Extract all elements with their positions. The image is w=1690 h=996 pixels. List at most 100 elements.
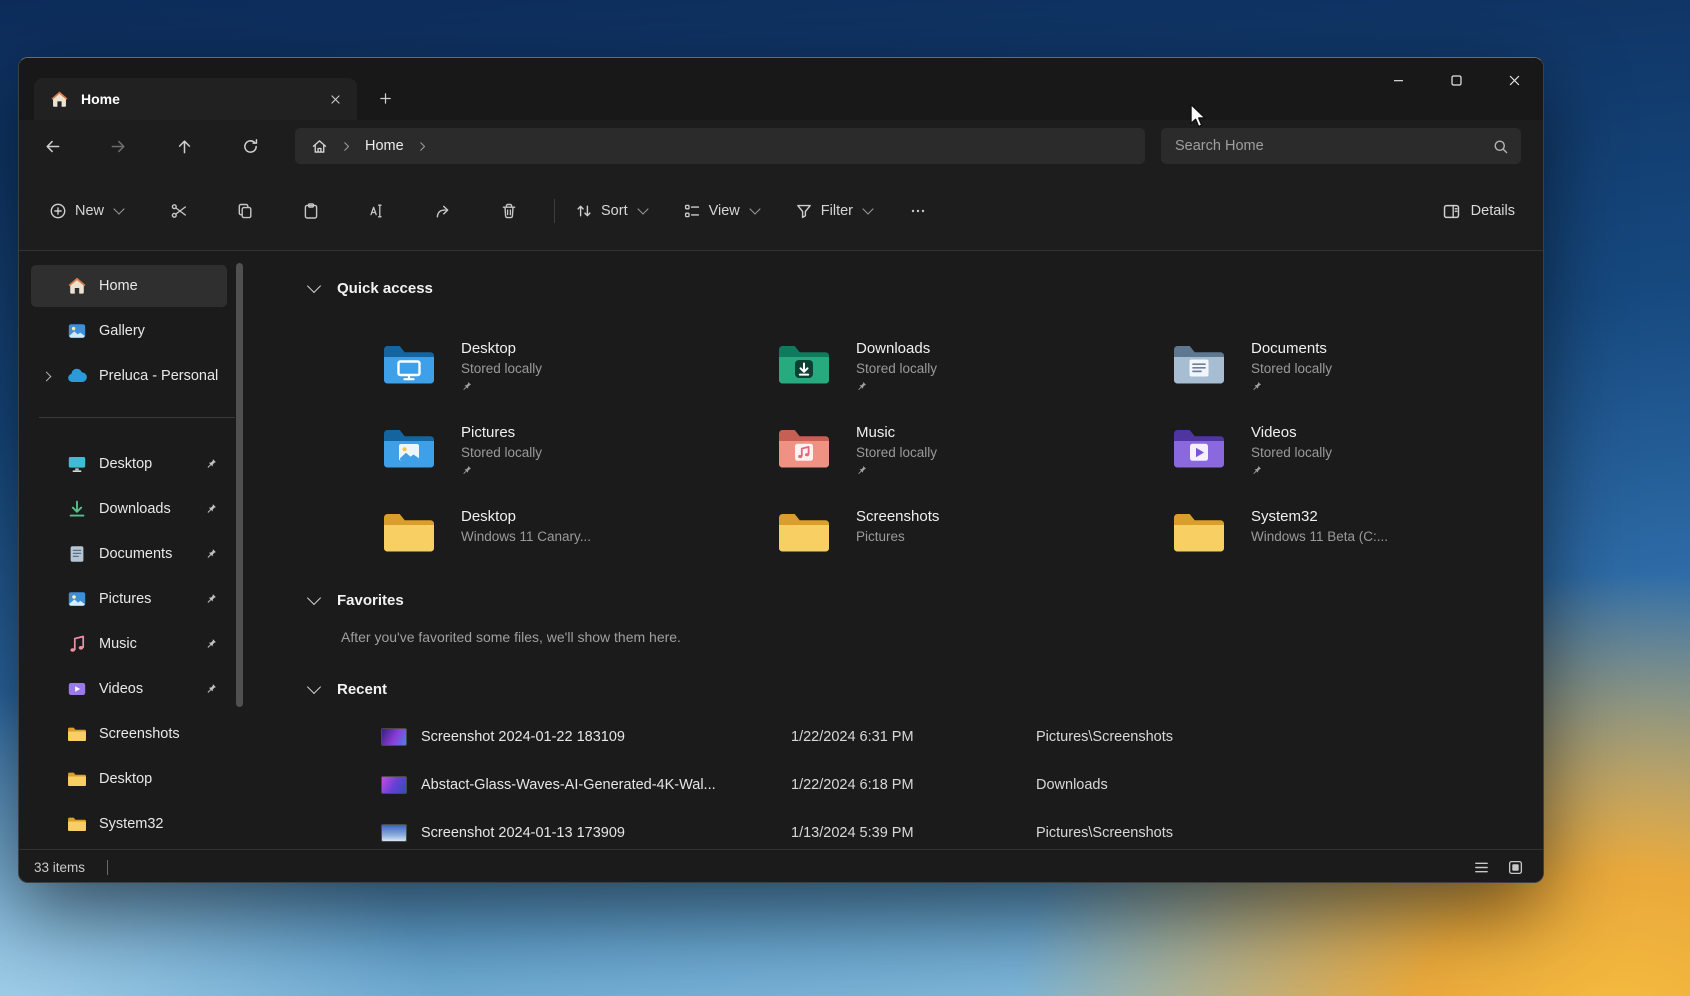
tile-text: Desktop Windows 11 Canary...	[461, 507, 591, 575]
music-note-icon	[67, 634, 87, 654]
sidebar-item-label: Desktop	[99, 771, 152, 787]
section-header-quick-access[interactable]: Quick access	[309, 277, 1543, 299]
tile-desktop[interactable]: Desktop Stored locally	[381, 339, 776, 407]
search-input[interactable]	[1175, 138, 1492, 154]
minimize-button[interactable]	[1369, 58, 1427, 102]
tile-text: Downloads Stored locally	[856, 339, 937, 407]
home-icon	[50, 90, 69, 109]
tile-name: Downloads	[856, 340, 937, 357]
pin-icon	[205, 638, 217, 650]
new-tab-button[interactable]	[367, 80, 403, 116]
chevron-down-icon[interactable]	[307, 679, 321, 693]
plus-icon	[378, 91, 393, 106]
paste-button[interactable]	[293, 193, 329, 229]
recent-file-row[interactable]: Abstact-Glass-Waves-AI-Generated-4K-Wal.…	[381, 761, 1543, 809]
back-button[interactable]	[35, 129, 69, 163]
sidebar-item-onedrive[interactable]: Preluca - Personal	[31, 355, 227, 397]
sidebar-item-music[interactable]: Music	[31, 623, 227, 665]
pin-icon	[205, 548, 217, 560]
sort-button-label: Sort	[601, 203, 628, 219]
new-button[interactable]: New	[49, 202, 123, 220]
chevron-down-icon[interactable]	[307, 590, 321, 604]
filter-button[interactable]: Filter	[795, 202, 872, 220]
sidebar-item-pictures[interactable]: Pictures	[31, 578, 227, 620]
rename-button[interactable]	[359, 193, 395, 229]
sidebar-item-label: Screenshots	[99, 726, 180, 742]
file-date-modified: 1/13/2024 5:39 PM	[791, 825, 1036, 841]
section-header-favorites[interactable]: Favorites	[309, 589, 1543, 611]
share-button[interactable]	[425, 193, 461, 229]
details-view-button[interactable]	[1469, 855, 1493, 879]
more-options-button[interactable]	[900, 193, 936, 229]
tile-desktop-canary[interactable]: Desktop Windows 11 Canary...	[381, 507, 776, 575]
sidebar-item-label: Music	[99, 636, 137, 652]
large-thumbnails-view-button[interactable]	[1503, 855, 1527, 879]
forward-button[interactable]	[101, 129, 135, 163]
funnel-icon	[795, 202, 813, 220]
tab-close-button[interactable]	[321, 85, 349, 113]
tile-pictures[interactable]: Pictures Stored locally	[381, 423, 776, 491]
breadcrumb-segment-home[interactable]: Home	[365, 138, 404, 154]
tile-subtitle: Windows 11 Beta (C:...	[1251, 529, 1388, 544]
close-button[interactable]	[1485, 58, 1543, 102]
view-button[interactable]: View	[683, 202, 759, 220]
file-name: Screenshot 2024-01-13 173909	[421, 825, 791, 841]
tile-subtitle: Pictures	[856, 529, 939, 544]
image-thumbnail-icon	[381, 776, 407, 794]
tile-videos[interactable]: Videos Stored locally	[1171, 423, 1543, 491]
search-box[interactable]	[1161, 128, 1521, 164]
details-pane-icon	[1442, 202, 1461, 221]
tile-music[interactable]: Music Stored locally	[776, 423, 1171, 491]
folder-icon	[67, 724, 87, 744]
arrow-right-icon	[110, 138, 127, 155]
up-button[interactable]	[167, 129, 201, 163]
onedrive-cloud-icon	[67, 366, 87, 386]
tile-system32[interactable]: System32 Windows 11 Beta (C:...	[1171, 507, 1543, 575]
search-icon[interactable]	[1492, 138, 1509, 155]
sidebar-item-documents[interactable]: Documents	[31, 533, 227, 575]
copy-button[interactable]	[227, 193, 263, 229]
details-view-icon	[1473, 859, 1490, 876]
tile-screenshots[interactable]: Screenshots Pictures	[776, 507, 1171, 575]
sidebar-item-downloads[interactable]: Downloads	[31, 488, 227, 530]
breadcrumb[interactable]: Home	[295, 128, 1145, 164]
tile-text: Videos Stored locally	[1251, 423, 1332, 491]
chevron-down-icon[interactable]	[307, 278, 321, 292]
sidebar-item-videos[interactable]: Videos	[31, 668, 227, 710]
tile-downloads[interactable]: Downloads Stored locally	[776, 339, 1171, 407]
sidebar-scrollbar[interactable]	[236, 263, 243, 707]
section-header-recent[interactable]: Recent	[309, 678, 1543, 700]
cut-button[interactable]	[161, 193, 197, 229]
sidebar-item-screenshots[interactable]: Screenshots	[31, 713, 227, 755]
image-thumbnail-icon	[381, 728, 407, 746]
folder-icon	[67, 814, 87, 834]
sort-button[interactable]: Sort	[575, 202, 647, 220]
maximize-button[interactable]	[1427, 58, 1485, 102]
pictures-folder-icon	[381, 425, 437, 471]
close-icon	[1507, 73, 1522, 88]
tile-subtitle: Stored locally	[461, 445, 542, 460]
sidebar-item-home[interactable]: Home	[31, 265, 227, 307]
file-date-modified: 1/22/2024 6:31 PM	[791, 729, 1036, 745]
arrow-up-icon	[176, 138, 193, 155]
section-title: Quick access	[337, 280, 433, 297]
recent-file-row[interactable]: Screenshot 2024-01-22 183109 1/22/2024 6…	[381, 713, 1543, 761]
view-mode-switcher	[1469, 855, 1527, 879]
status-divider	[107, 860, 108, 875]
home-icon[interactable]	[311, 138, 328, 155]
details-pane-button[interactable]: Details	[1442, 202, 1515, 221]
tab-home[interactable]: Home	[34, 78, 357, 120]
sidebar-item-system32[interactable]: System32	[31, 803, 227, 845]
recent-file-row[interactable]: Screenshot 2024-01-13 173909 1/13/2024 5…	[381, 809, 1543, 849]
tile-documents[interactable]: Documents Stored locally	[1171, 339, 1543, 407]
refresh-button[interactable]	[233, 129, 267, 163]
expand-chevron-icon[interactable]	[42, 371, 52, 381]
sidebar-divider	[39, 417, 235, 418]
rename-icon	[368, 202, 386, 220]
sidebar-item-desktop-folder[interactable]: Desktop	[31, 758, 227, 800]
delete-button[interactable]	[491, 193, 527, 229]
sidebar-item-desktop[interactable]: Desktop	[31, 443, 227, 485]
pin-icon	[461, 465, 472, 476]
sidebar-item-gallery[interactable]: Gallery	[31, 310, 227, 352]
filter-button-label: Filter	[821, 203, 853, 219]
